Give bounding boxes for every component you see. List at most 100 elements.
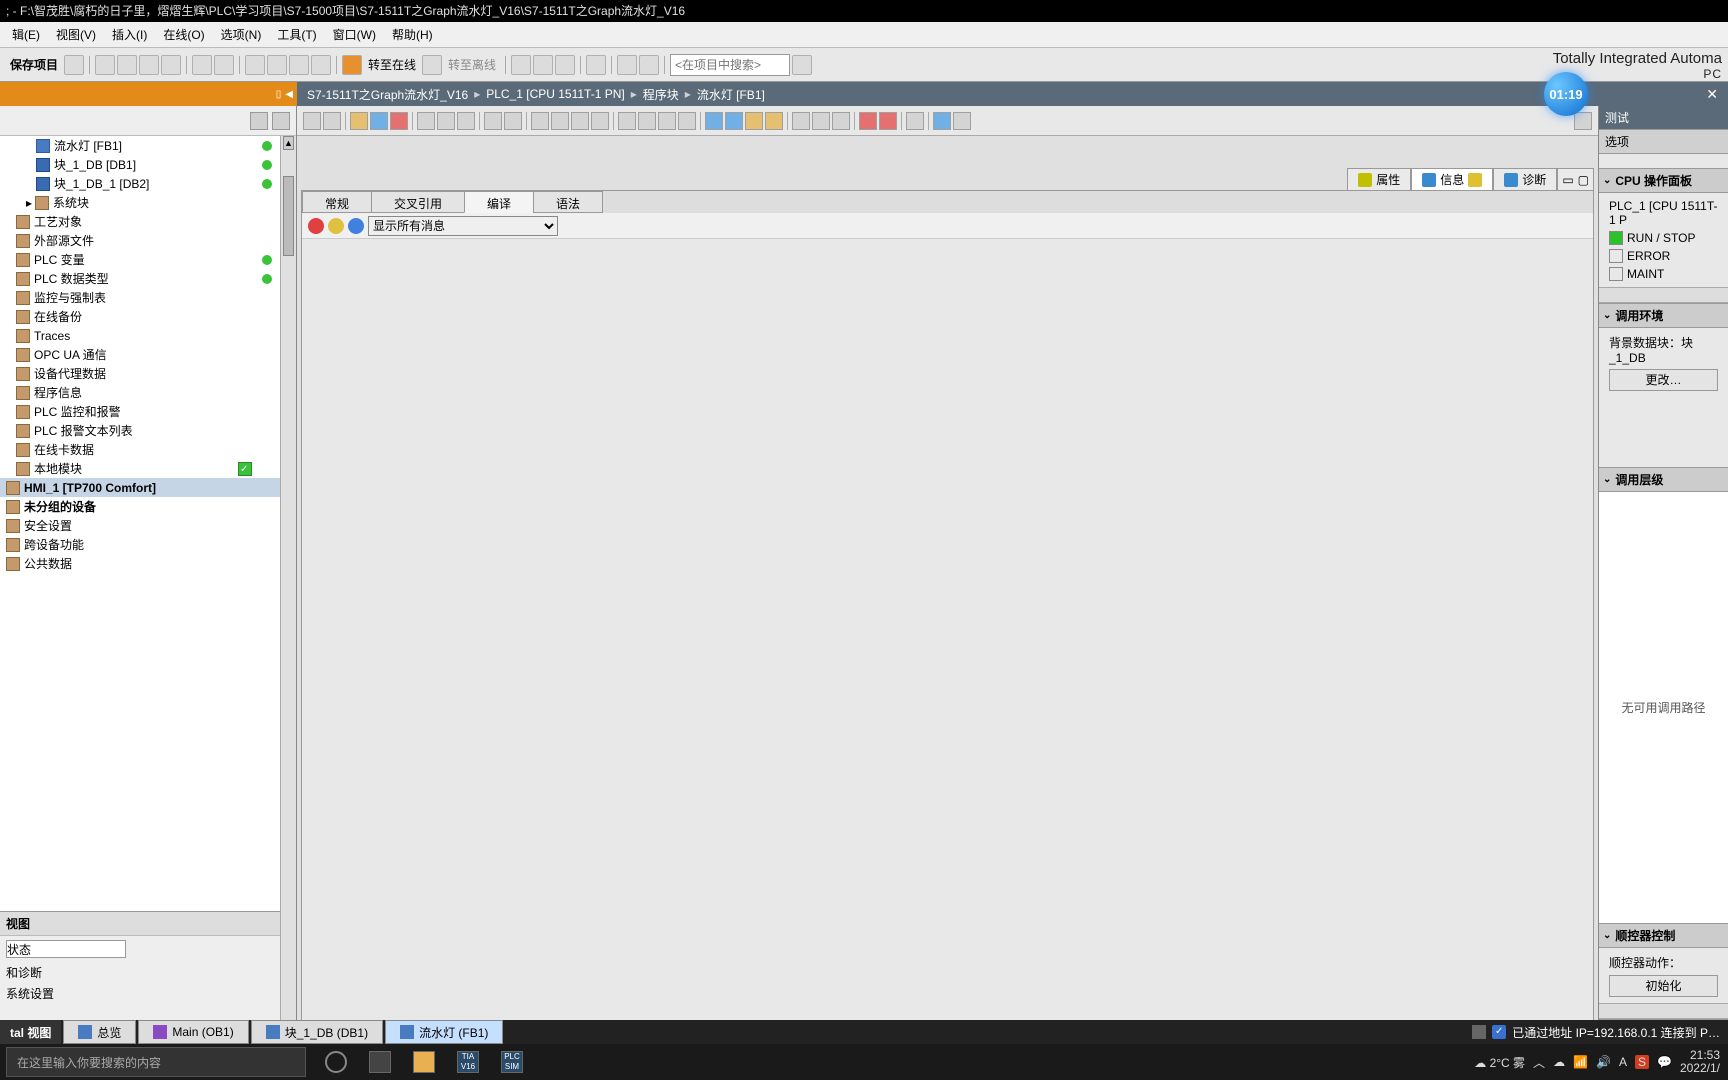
ed-icon[interactable] bbox=[323, 112, 341, 130]
portal-view-button[interactable]: tal 视图 bbox=[0, 1020, 61, 1044]
expand-icon[interactable] bbox=[272, 112, 290, 130]
ed-icon[interactable] bbox=[457, 112, 475, 130]
compile-icon[interactable] bbox=[289, 55, 309, 75]
tray-onedrive-icon[interactable]: ☁ bbox=[1553, 1055, 1565, 1069]
menu-tools[interactable]: 工具(T) bbox=[269, 23, 324, 46]
ed-icon[interactable] bbox=[531, 112, 549, 130]
redo-icon[interactable] bbox=[214, 55, 234, 75]
undo-icon[interactable] bbox=[192, 55, 212, 75]
tree-item[interactable]: 外部源文件 bbox=[0, 231, 296, 250]
menu-view[interactable]: 视图(V) bbox=[48, 23, 104, 46]
windows-search-input[interactable]: 在这里输入你要搜索的内容 bbox=[6, 1047, 306, 1077]
go-online-button[interactable]: 转至在线 bbox=[364, 56, 420, 73]
print-icon[interactable] bbox=[64, 55, 84, 75]
tree-item[interactable]: 在线备份 bbox=[0, 307, 296, 326]
tree-item[interactable]: 程序信息 bbox=[0, 383, 296, 402]
tray-wifi-icon[interactable]: 📶 bbox=[1573, 1055, 1588, 1069]
tool-icon[interactable] bbox=[533, 55, 553, 75]
ed-icon[interactable] bbox=[571, 112, 589, 130]
menu-options[interactable]: 选项(N) bbox=[213, 23, 270, 46]
save-project-button[interactable]: 保存项目 bbox=[6, 56, 62, 73]
ed-icon[interactable] bbox=[437, 112, 455, 130]
taskview-icon[interactable] bbox=[360, 1044, 400, 1080]
simulate-icon[interactable] bbox=[311, 55, 331, 75]
plcsim-icon[interactable]: PLC SIM bbox=[492, 1044, 532, 1080]
menu-window[interactable]: 窗口(W) bbox=[325, 23, 384, 46]
message-filter-select[interactable]: 显示所有消息 bbox=[368, 216, 558, 236]
graph-icon[interactable] bbox=[342, 55, 362, 75]
cross-ref-icon[interactable] bbox=[586, 55, 606, 75]
ed-icon[interactable] bbox=[792, 112, 810, 130]
subtab-crossref[interactable]: 交叉引用 bbox=[371, 191, 465, 213]
tree-item[interactable]: Traces bbox=[0, 326, 296, 345]
scroll-thumb[interactable] bbox=[283, 176, 294, 256]
menu-online[interactable]: 在线(O) bbox=[155, 23, 212, 46]
cpu-panel-header[interactable]: CPU 操作面板 bbox=[1599, 168, 1728, 193]
ed-icon[interactable] bbox=[879, 112, 897, 130]
project-tree[interactable]: 流水灯 [FB1]块_1_DB [DB1]块_1_DB_1 [DB2]▸系统块工… bbox=[0, 136, 296, 911]
tab-overview[interactable]: 总览 bbox=[63, 1020, 136, 1044]
expand-icon[interactable]: ▢ bbox=[1578, 173, 1589, 187]
ed-icon[interactable] bbox=[658, 112, 676, 130]
crumb-project[interactable]: S7-1511T之Graph流水灯_V16 bbox=[307, 86, 468, 103]
ed-icon[interactable] bbox=[504, 112, 522, 130]
subtab-syntax[interactable]: 语法 bbox=[533, 191, 603, 213]
search-icon[interactable] bbox=[792, 55, 812, 75]
call-env-header[interactable]: 调用环境 bbox=[1599, 303, 1728, 328]
download-icon[interactable] bbox=[245, 55, 265, 75]
ed-icon[interactable] bbox=[591, 112, 609, 130]
tia-portal-icon[interactable]: TIA V16 bbox=[448, 1044, 488, 1080]
ed-icon[interactable] bbox=[370, 112, 388, 130]
tree-item[interactable]: 在线卡数据 bbox=[0, 440, 296, 459]
menu-edit[interactable]: 辑(E) bbox=[4, 23, 48, 46]
call-hier-header[interactable]: 调用层级 bbox=[1599, 467, 1728, 492]
menu-insert[interactable]: 插入(I) bbox=[104, 23, 155, 46]
ed-icon[interactable] bbox=[638, 112, 656, 130]
project-search-input[interactable] bbox=[670, 54, 790, 76]
tree-item[interactable]: PLC 数据类型 bbox=[0, 269, 296, 288]
tree-item[interactable]: PLC 监控和报警 bbox=[0, 402, 296, 421]
copy-icon[interactable] bbox=[117, 55, 137, 75]
tab-window-controls[interactable]: ▭▢ bbox=[1557, 168, 1594, 190]
details-row[interactable]: 和诊断 bbox=[0, 962, 296, 983]
split-h-icon[interactable] bbox=[617, 55, 637, 75]
ed-icon[interactable] bbox=[859, 112, 877, 130]
tree-item[interactable]: PLC 报警文本列表 bbox=[0, 421, 296, 440]
h-scrollbar[interactable] bbox=[1599, 287, 1728, 303]
tree-item[interactable]: PLC 变量 bbox=[0, 250, 296, 269]
ed-icon[interactable] bbox=[725, 112, 743, 130]
tree-item[interactable]: 本地模块 bbox=[0, 459, 296, 478]
tree-item[interactable]: ▸系统块 bbox=[0, 193, 296, 212]
crumb-blocks[interactable]: 程序块 bbox=[643, 86, 679, 103]
paste-icon[interactable] bbox=[139, 55, 159, 75]
view-icon[interactable] bbox=[250, 112, 268, 130]
weather-widget[interactable]: ☁ 2°C 雾 bbox=[1474, 1054, 1525, 1071]
ed-icon[interactable] bbox=[765, 112, 783, 130]
tray-chevron-icon[interactable]: ︿ bbox=[1533, 1054, 1545, 1071]
close-icon[interactable]: ✕ bbox=[1706, 86, 1718, 103]
tab-diagnostics[interactable]: 诊断 bbox=[1493, 168, 1557, 190]
ed-icon[interactable] bbox=[812, 112, 830, 130]
ed-settings-icon[interactable] bbox=[1574, 112, 1592, 130]
expander-icon[interactable]: ▸ bbox=[26, 196, 32, 210]
init-button[interactable]: 初始化 bbox=[1609, 975, 1718, 997]
scroll-up-icon[interactable]: ▲ bbox=[283, 136, 294, 150]
details-row[interactable]: 系统设置 bbox=[0, 983, 296, 1004]
tree-item[interactable]: 安全设置 bbox=[0, 516, 296, 535]
tree-item[interactable]: 工艺对象 bbox=[0, 212, 296, 231]
ed-icon[interactable] bbox=[484, 112, 502, 130]
tree-item[interactable]: 流水灯 [FB1] bbox=[0, 136, 296, 155]
minimize-icon[interactable]: ▭ bbox=[1562, 173, 1573, 187]
upload-icon[interactable] bbox=[267, 55, 287, 75]
tab-main-ob1[interactable]: Main (OB1) bbox=[138, 1020, 248, 1044]
cut-icon[interactable] bbox=[95, 55, 115, 75]
ed-icon[interactable] bbox=[551, 112, 569, 130]
tab-properties[interactable]: 属性 bbox=[1347, 168, 1411, 190]
ed-icon[interactable] bbox=[953, 112, 971, 130]
tree-item[interactable]: 公共数据 bbox=[0, 554, 296, 573]
ed-icon[interactable] bbox=[350, 112, 368, 130]
explorer-icon[interactable] bbox=[404, 1044, 444, 1080]
tray-volume-icon[interactable]: 🔊 bbox=[1596, 1055, 1611, 1069]
tree-item[interactable]: HMI_1 [TP700 Comfort] bbox=[0, 478, 296, 497]
tab-info[interactable]: 信息 bbox=[1411, 168, 1493, 190]
